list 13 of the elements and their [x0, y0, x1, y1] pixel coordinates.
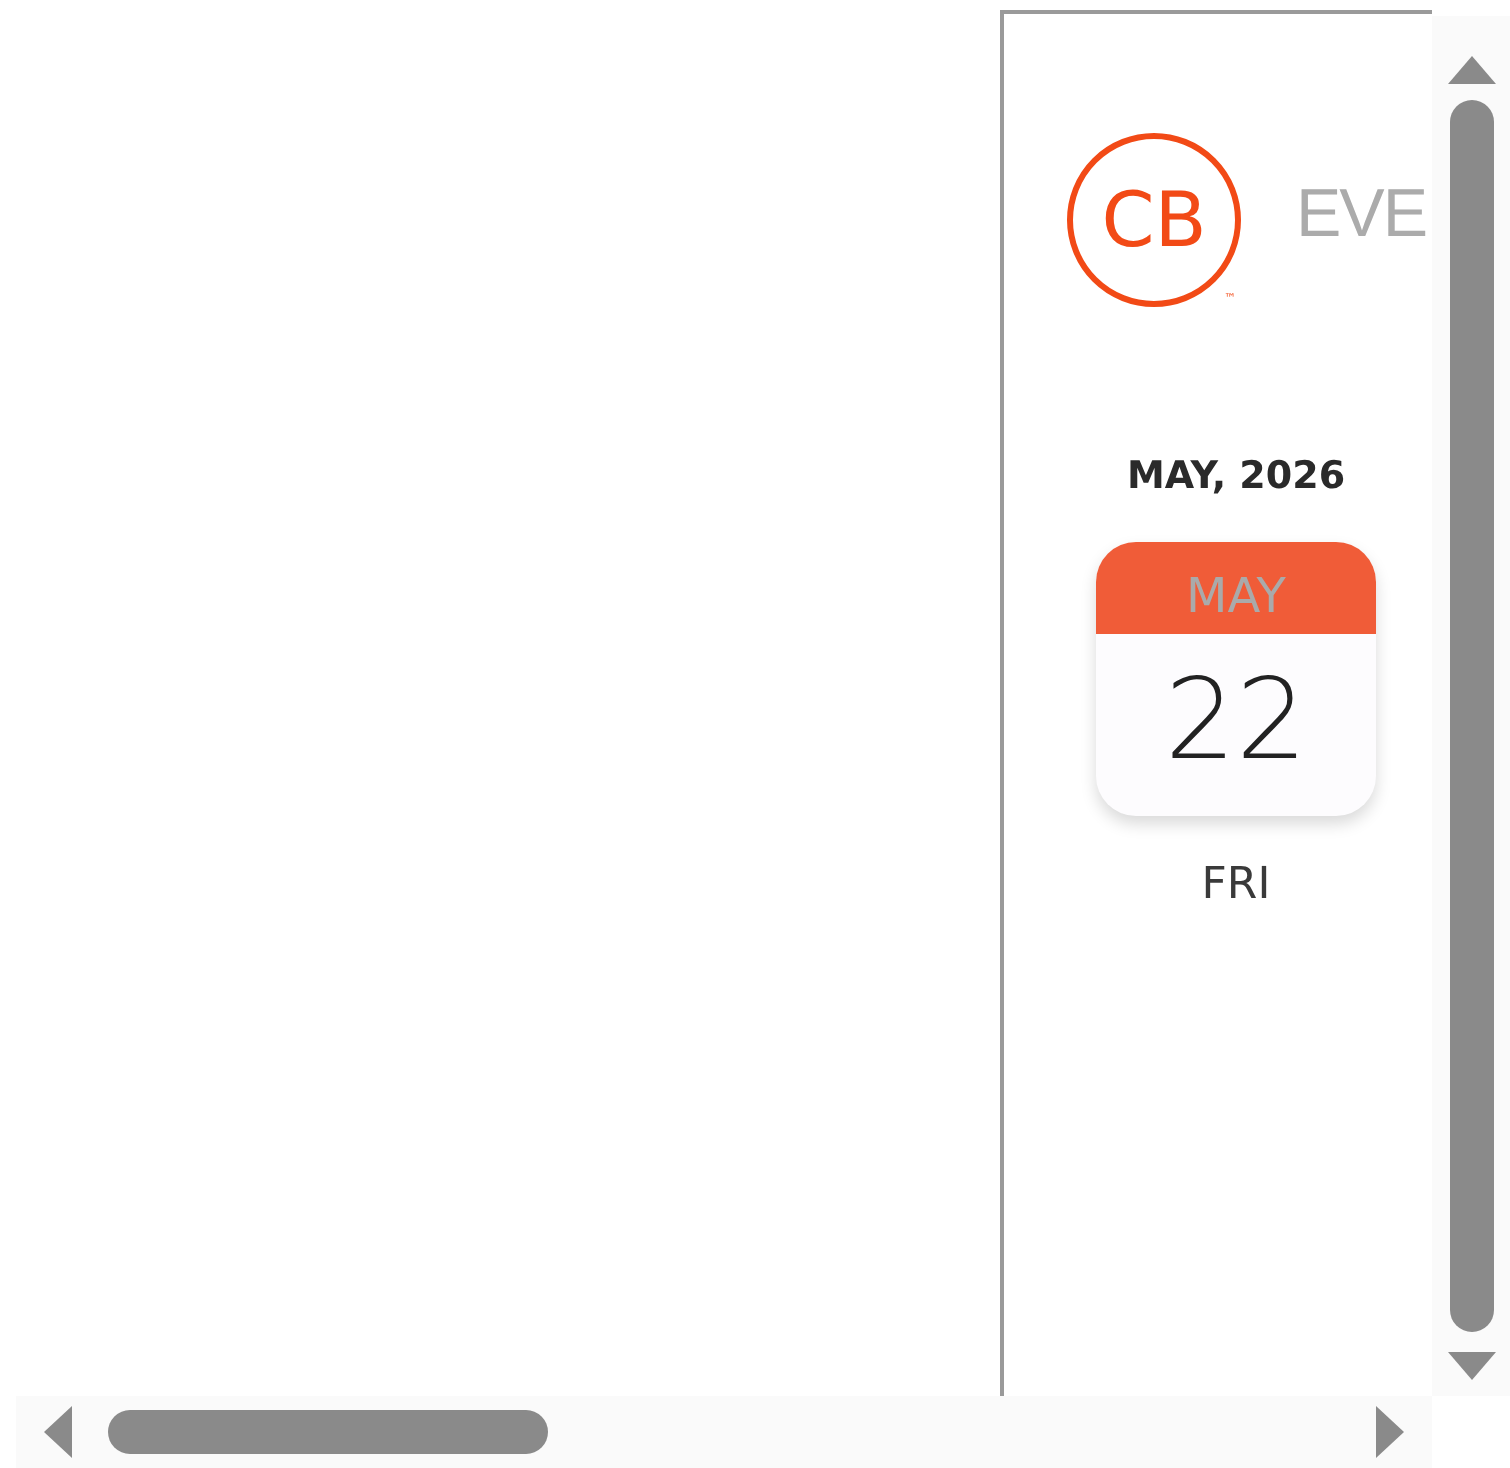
scroll-right-arrow-icon[interactable] [1376, 1406, 1404, 1458]
scroll-thumb[interactable] [1449, 100, 1493, 1332]
scroll-left-arrow-icon[interactable] [44, 1406, 72, 1458]
wordmark: EVE [1296, 175, 1427, 253]
vertical-scrollbar[interactable] [1432, 16, 1510, 1396]
month-heading: MAY, 2026 [1126, 454, 1346, 498]
scroll-up-arrow-icon[interactable] [1447, 56, 1495, 84]
weekday-label: FRI [1201, 860, 1271, 910]
horizontal-scrollbar[interactable] [16, 1396, 1432, 1468]
card-day: 22 [1096, 634, 1376, 816]
card-month: MAY [1096, 542, 1376, 634]
scroll-down-arrow-icon[interactable] [1447, 1352, 1495, 1380]
scroll-thumb[interactable] [108, 1410, 548, 1454]
